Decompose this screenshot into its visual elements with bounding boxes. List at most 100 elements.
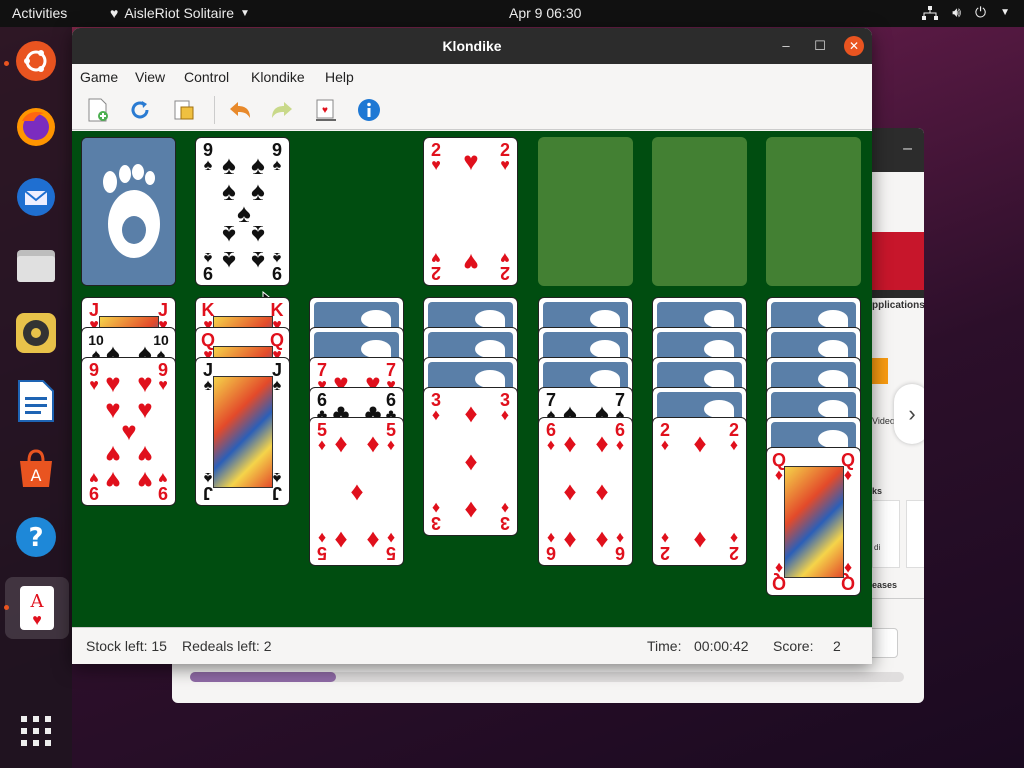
minimize-icon[interactable]: –	[903, 140, 912, 158]
diamond-icon: ♦	[563, 428, 577, 458]
card-index: 3 ♦	[497, 499, 513, 533]
chevron-right-icon[interactable]: ›	[894, 384, 924, 444]
menu-control[interactable]: Control	[184, 69, 229, 85]
diamond-icon: ♦	[464, 496, 478, 526]
chevron-down-icon: ▼	[240, 7, 250, 19]
card-back-swoosh	[475, 370, 505, 388]
card-rank: 5	[317, 543, 328, 563]
court-card-art	[784, 466, 844, 578]
game-board[interactable]: 9 ♠ 9 ♠ 9 ♠ 9 ♠ ♠ ♠ ♠ ♠ ♠ ♠ ♠ ♠ ♠ 2 ♥ 2 ♥ 2 ♥ 2…	[72, 131, 872, 627]
diamond-icon: ♦	[334, 428, 348, 458]
rhythmbox-icon[interactable]	[12, 309, 60, 357]
libreoffice-writer-icon[interactable]	[12, 377, 60, 425]
foundation-4[interactable]	[766, 137, 861, 286]
diamond-icon: ♦	[350, 476, 364, 506]
aisleriot-solitaire-icon[interactable]: A ♥	[5, 577, 69, 639]
spade-icon: ♠	[222, 150, 236, 180]
card-back-swoosh	[590, 370, 620, 388]
card-rank: 3	[500, 513, 511, 533]
minimize-icon[interactable]: –	[776, 36, 796, 56]
card-back-swoosh	[818, 340, 848, 358]
card-back-swoosh	[475, 310, 505, 328]
tile-label: di	[874, 543, 881, 552]
heart-icon: ♥	[110, 5, 119, 21]
card-5-of-diamonds[interactable]: 5 ♦ 5 ♦ 5 ♦ 5 ♦ ♦ ♦ ♦ ♦ ♦	[309, 417, 404, 566]
menu-view[interactable]: View	[135, 69, 165, 85]
svg-text:A: A	[31, 466, 42, 485]
app-menu-label: AisleRiot Solitaire	[124, 5, 235, 21]
card-rank: J	[272, 483, 283, 503]
maximize-icon[interactable]: ☐	[810, 36, 830, 56]
help-icon[interactable]: ?	[12, 513, 60, 561]
menu-game[interactable]: Game	[80, 69, 118, 85]
firefox-icon[interactable]	[12, 103, 60, 151]
diamond-icon: ♦	[500, 407, 510, 424]
stock-left-label: Stock left: 15	[86, 638, 167, 654]
card-rank: 9	[89, 483, 100, 503]
new-game-button[interactable]	[84, 96, 112, 124]
close-icon[interactable]: ✕	[844, 36, 864, 56]
top-bar: Activities ♥ AisleRiot Solitaire ▼ Apr 9…	[0, 0, 1024, 27]
card-j-of-spades[interactable]: J ♠ J ♠ J ♠ J ♠	[195, 357, 290, 506]
restart-button[interactable]	[126, 96, 154, 124]
card-rank: 9	[272, 263, 283, 283]
diamond-icon: ♦	[464, 446, 478, 476]
files-icon[interactable]	[12, 241, 60, 289]
status-bar: Stock left: 15 Redeals left: 2 Time: 00:…	[72, 627, 872, 664]
card-back-swoosh	[818, 430, 848, 448]
undo-button[interactable]	[226, 96, 254, 124]
category-label: Video	[872, 416, 895, 426]
hint-button[interactable]	[170, 96, 198, 124]
deal-button[interactable]: ♥	[312, 96, 340, 124]
card-rank: 2	[660, 543, 671, 563]
running-indicator	[4, 61, 9, 66]
volume-icon: 🔊︎	[952, 4, 962, 20]
card-index: 2 ♦	[657, 421, 673, 454]
app-tile[interactable]	[872, 500, 900, 568]
ubuntu-software-center-icon[interactable]	[12, 37, 60, 85]
show-applications-icon[interactable]	[12, 707, 60, 755]
diamond-icon: ♦	[563, 476, 577, 506]
redo-button[interactable]	[268, 96, 296, 124]
waste-pile[interactable]: 9 ♠ 9 ♠ 9 ♠ 9 ♠ ♠ ♠ ♠ ♠ ♠ ♠ ♠ ♠ ♠	[195, 137, 290, 286]
score-value: 2	[833, 638, 841, 654]
thunderbird-icon[interactable]	[12, 173, 60, 221]
app-thumbnail[interactable]	[872, 358, 888, 384]
card-back-swoosh	[361, 310, 391, 328]
menu-help[interactable]: Help	[325, 69, 354, 85]
diamond-icon: ♦	[563, 526, 577, 556]
stock-pile[interactable]	[81, 137, 176, 286]
card-back-swoosh	[590, 340, 620, 358]
foundation-1[interactable]: 2 ♥ 2 ♥ 2 ♥ 2 ♥ ♥ ♥	[423, 137, 518, 286]
foundation-3[interactable]	[652, 137, 747, 286]
system-tray[interactable]: 🔊︎ ⏻ ▼	[922, 4, 1010, 21]
card-back-swoosh	[818, 370, 848, 388]
heart-icon: ♥	[105, 368, 121, 398]
card-back-swoosh	[704, 370, 734, 388]
card-q-of-diamonds[interactable]: Q ♦ Q ♦ Q ♦ Q ♦	[766, 447, 861, 596]
card-9-of-hearts[interactable]: 9 ♥ 9 ♥ 9 ♥ 9 ♥ ♥ ♥ ♥ ♥ ♥ ♥ ♥ ♥ ♥	[81, 357, 176, 506]
ubuntu-software-icon[interactable]: A	[12, 445, 60, 493]
svg-text:♥: ♥	[322, 105, 328, 116]
spade-icon: ♠	[222, 246, 236, 276]
card-2-of-diamonds[interactable]: 2 ♦ 2 ♦ 2 ♦ 2 ♦ ♦ ♦	[652, 417, 747, 566]
activities-button[interactable]: Activities	[12, 5, 67, 21]
card-back-swoosh	[704, 310, 734, 328]
horizontal-scrollbar[interactable]	[190, 672, 904, 682]
card-rank: 5	[386, 543, 397, 563]
card-index: 2 ♦	[657, 529, 673, 563]
scrollbar-thumb[interactable]	[190, 672, 336, 682]
app-tile[interactable]	[906, 500, 924, 568]
card-3-of-diamonds[interactable]: 3 ♦ 3 ♦ 3 ♦ 3 ♦ ♦ ♦ ♦	[423, 387, 518, 536]
card-index: 3 ♦	[428, 499, 444, 533]
app-menu[interactable]: ♥ AisleRiot Solitaire ▼	[110, 5, 250, 21]
time-value: 00:00:42	[694, 638, 749, 654]
info-button[interactable]	[355, 96, 383, 124]
dock: A ? A ♥	[0, 27, 72, 768]
window-titlebar[interactable]: Klondike – ☐ ✕	[72, 28, 872, 64]
foundation-2[interactable]	[538, 137, 633, 286]
menu-klondike[interactable]: Klondike	[251, 69, 305, 85]
clock[interactable]: Apr 9 06:30	[509, 5, 581, 21]
card-6-of-diamonds[interactable]: 6 ♦ 6 ♦ 6 ♦ 6 ♦ ♦ ♦ ♦ ♦ ♦ ♦	[538, 417, 633, 566]
undo-icon	[230, 102, 250, 118]
